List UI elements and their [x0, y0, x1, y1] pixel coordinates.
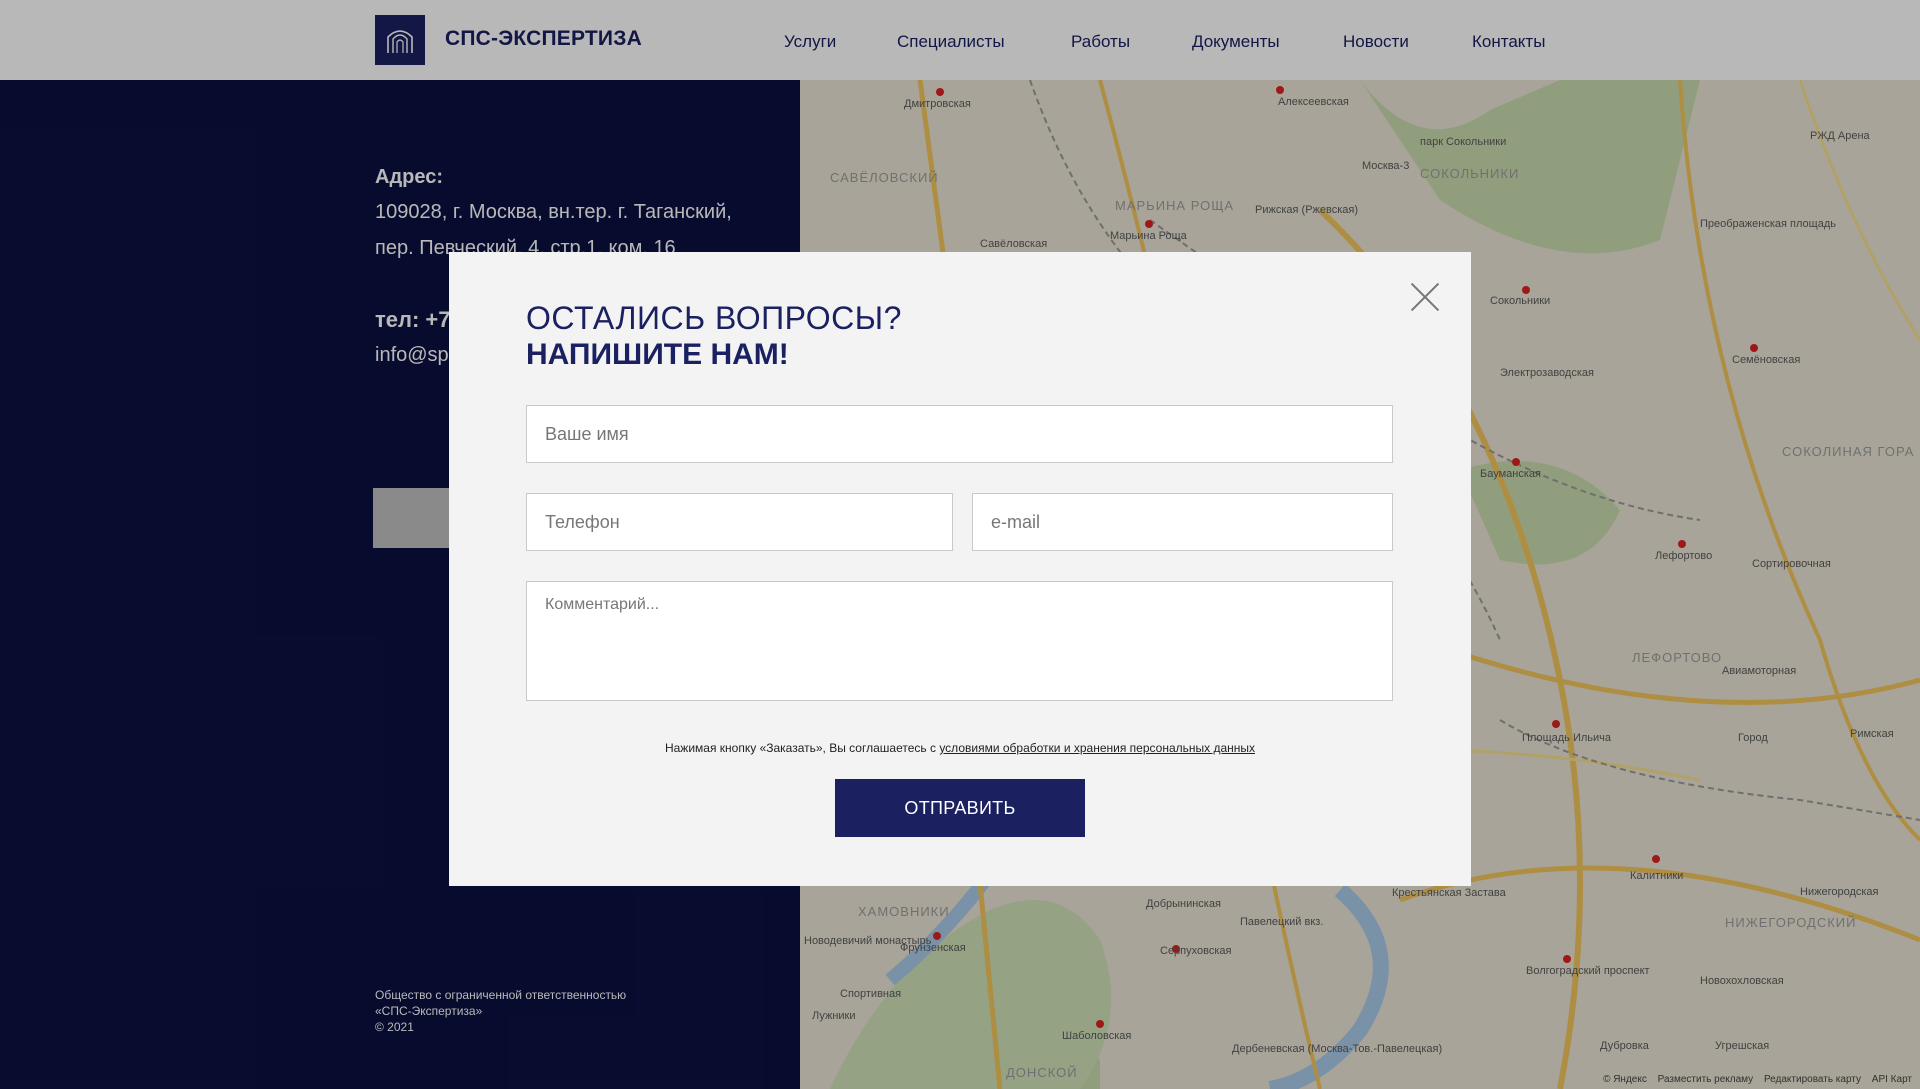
- consent-notice: Нажимая кнопку «Заказать», Вы соглашаете…: [449, 741, 1471, 755]
- comment-textarea[interactable]: [526, 581, 1393, 701]
- email-input[interactable]: [972, 493, 1393, 551]
- name-input[interactable]: [526, 405, 1393, 463]
- consent-text: Нажимая кнопку «Заказать», Вы соглашаете…: [664, 741, 940, 755]
- modal-title: ОСТАЛИСЬ ВОПРОСЫ?: [526, 300, 902, 336]
- close-icon[interactable]: [1410, 282, 1440, 312]
- privacy-policy-link[interactable]: условиями обработки и хранения персональ…: [939, 741, 1255, 755]
- modal-subtitle: НАПИШИТЕ НАМ!: [526, 338, 789, 371]
- phone-input[interactable]: [526, 493, 953, 551]
- feedback-modal: ОСТАЛИСЬ ВОПРОСЫ? НАПИШИТЕ НАМ! Нажимая …: [449, 252, 1471, 886]
- submit-button[interactable]: ОТПРАВИТЬ: [835, 779, 1085, 837]
